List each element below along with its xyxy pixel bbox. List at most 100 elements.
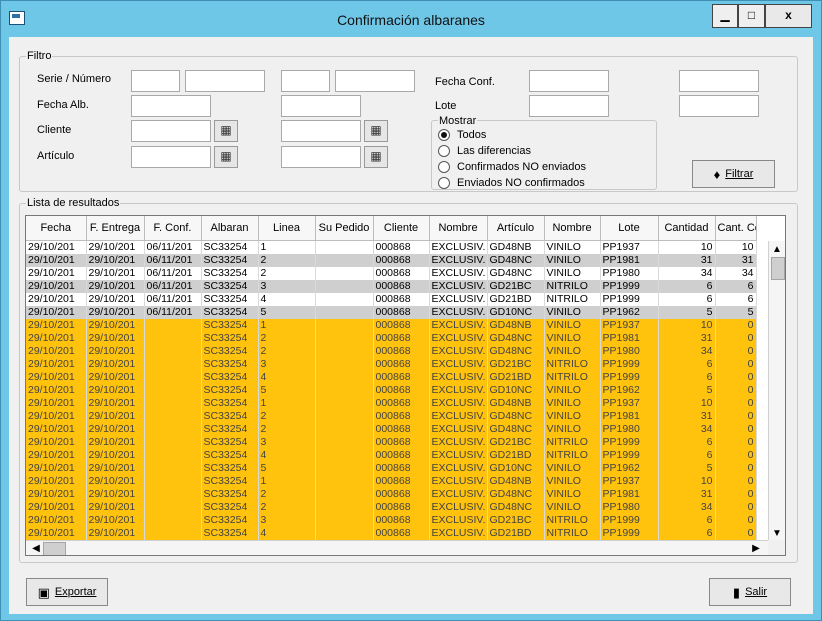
cell-su-pedido[interactable] — [315, 240, 374, 254]
radio-selected-icon[interactable] — [438, 129, 450, 141]
cell-cantidad[interactable]: 34 — [658, 422, 716, 436]
cell-cant-confirmada[interactable]: 31 — [715, 253, 757, 267]
scroll-left-icon[interactable]: ◀ — [28, 543, 44, 555]
table-row[interactable]: 29/10/201 29/10/201 SC33254 3 000868 EXCLUSIV… — [26, 357, 757, 371]
cell-albaran[interactable]: SC33254 — [201, 383, 259, 397]
radio-diferencias[interactable]: Las diferencias — [438, 145, 531, 161]
cell-nombre-cliente[interactable]: EXCLUSIV. — [429, 461, 488, 475]
cell-lote[interactable]: PP1999 — [600, 526, 659, 540]
cell-nombre-cliente[interactable]: EXCLUSIV. — [429, 318, 488, 332]
cell-nombre-cliente[interactable]: EXCLUSIV. — [429, 396, 488, 410]
column-header-linea[interactable]: Linea — [258, 216, 316, 241]
cell-linea[interactable]: 1 — [258, 240, 316, 254]
cell-lote[interactable]: PP1999 — [600, 435, 659, 449]
cell-articulo[interactable]: GD21BC — [487, 513, 545, 527]
cell-f-entrega[interactable]: 29/10/201 — [86, 500, 145, 514]
minimize-button[interactable]: ▁ — [712, 4, 738, 28]
cell-f-conf[interactable] — [144, 344, 202, 358]
cell-lote[interactable]: PP1980 — [600, 500, 659, 514]
cell-su-pedido[interactable] — [315, 305, 374, 319]
scroll-right-icon[interactable]: ▶ — [748, 543, 764, 555]
cell-fecha[interactable]: 29/10/201 — [26, 305, 87, 319]
cell-f-conf[interactable] — [144, 500, 202, 514]
cell-lote[interactable]: PP1962 — [600, 383, 659, 397]
cell-linea[interactable]: 2 — [258, 409, 316, 423]
column-header-articulo[interactable]: Artículo — [487, 216, 545, 241]
cell-fecha[interactable]: 29/10/201 — [26, 435, 87, 449]
exportar-button[interactable]: ▣ Exportar — [26, 578, 108, 606]
table-row[interactable]: 29/10/201 29/10/201 SC33254 3 000868 EXCLUSIV… — [26, 513, 757, 527]
table-row[interactable]: 29/10/201 29/10/201 SC33254 2 000868 EXCLUSIV… — [26, 487, 757, 501]
cell-cliente[interactable]: 000868 — [373, 357, 430, 371]
cell-f-conf[interactable] — [144, 526, 202, 540]
cell-cliente[interactable]: 000868 — [373, 500, 430, 514]
cell-linea[interactable]: 2 — [258, 344, 316, 358]
cell-linea[interactable]: 2 — [258, 422, 316, 436]
cell-f-conf[interactable] — [144, 357, 202, 371]
cell-f-conf[interactable] — [144, 435, 202, 449]
table-row[interactable]: 29/10/201 29/10/201 06/11/201 SC33254 5 00086… — [26, 305, 757, 319]
cell-articulo[interactable]: GD21BD — [487, 370, 545, 384]
cell-fecha[interactable]: 29/10/201 — [26, 448, 87, 462]
cell-linea[interactable]: 1 — [258, 474, 316, 488]
cell-su-pedido[interactable] — [315, 513, 374, 527]
radio-todos[interactable]: Todos — [438, 129, 486, 145]
cell-f-entrega[interactable]: 29/10/201 — [86, 448, 145, 462]
cell-albaran[interactable]: SC33254 — [201, 318, 259, 332]
cell-f-entrega[interactable]: 29/10/201 — [86, 487, 145, 501]
cell-nombre-articulo[interactable]: NITRILO — [544, 448, 601, 462]
cell-su-pedido[interactable] — [315, 253, 374, 267]
cell-articulo[interactable]: GD48NC — [487, 253, 545, 267]
cell-f-entrega[interactable]: 29/10/201 — [86, 526, 145, 540]
cell-cantidad[interactable]: 5 — [658, 383, 716, 397]
cell-articulo[interactable]: GD21BD — [487, 292, 545, 306]
cell-cant-confirmada[interactable]: 0 — [715, 448, 757, 462]
cell-linea[interactable]: 2 — [258, 266, 316, 280]
radio-icon[interactable] — [438, 145, 450, 157]
cell-f-entrega[interactable]: 29/10/201 — [86, 305, 145, 319]
cell-lote[interactable]: PP1962 — [600, 305, 659, 319]
cell-lote[interactable]: PP1937 — [600, 318, 659, 332]
cell-linea[interactable]: 4 — [258, 526, 316, 540]
cell-albaran[interactable]: SC33254 — [201, 461, 259, 475]
cell-f-entrega[interactable]: 29/10/201 — [86, 331, 145, 345]
cell-articulo[interactable]: GD21BD — [487, 448, 545, 462]
table-row[interactable]: 29/10/201 29/10/201 SC33254 5 000868 EXCLUSIV… — [26, 461, 757, 475]
cell-su-pedido[interactable] — [315, 435, 374, 449]
cell-fecha[interactable]: 29/10/201 — [26, 240, 87, 254]
cell-cantidad[interactable]: 6 — [658, 526, 716, 540]
cell-nombre-cliente[interactable]: EXCLUSIV. — [429, 435, 488, 449]
cell-fecha[interactable]: 29/10/201 — [26, 474, 87, 488]
cell-f-conf[interactable]: 06/11/201 — [144, 253, 202, 267]
cell-nombre-cliente[interactable]: EXCLUSIV. — [429, 513, 488, 527]
table-row[interactable]: 29/10/201 29/10/201 SC33254 3 000868 EXCLUSIV… — [26, 435, 757, 449]
cell-cantidad[interactable]: 10 — [658, 474, 716, 488]
cell-su-pedido[interactable] — [315, 422, 374, 436]
numero-from-input[interactable] — [185, 70, 265, 92]
fecha-alb-to-input[interactable] — [281, 95, 361, 117]
cell-cantidad[interactable]: 10 — [658, 396, 716, 410]
filtrar-button[interactable]: ♦ Filtrar — [692, 160, 775, 188]
cell-f-conf[interactable] — [144, 513, 202, 527]
cell-nombre-cliente[interactable]: EXCLUSIV. — [429, 253, 488, 267]
results-grid[interactable]: Fecha F. Entrega F. Conf. Albaran Linea … — [25, 215, 786, 556]
cell-nombre-articulo[interactable]: VINILO — [544, 474, 601, 488]
cell-cant-confirmada[interactable]: 0 — [715, 526, 757, 540]
scroll-down-icon[interactable]: ▼ — [769, 528, 785, 540]
cell-su-pedido[interactable] — [315, 487, 374, 501]
cell-articulo[interactable]: GD48NB — [487, 240, 545, 254]
cell-f-entrega[interactable]: 29/10/201 — [86, 409, 145, 423]
cell-articulo[interactable]: GD48NB — [487, 396, 545, 410]
cell-fecha[interactable]: 29/10/201 — [26, 500, 87, 514]
cell-albaran[interactable]: SC33254 — [201, 526, 259, 540]
column-header-fecha[interactable]: Fecha — [26, 216, 87, 241]
cell-articulo[interactable]: GD21BC — [487, 357, 545, 371]
cell-cliente[interactable]: 000868 — [373, 344, 430, 358]
cell-nombre-articulo[interactable]: NITRILO — [544, 526, 601, 540]
cell-lote[interactable]: PP1999 — [600, 357, 659, 371]
cell-fecha[interactable]: 29/10/201 — [26, 487, 87, 501]
cell-linea[interactable]: 5 — [258, 383, 316, 397]
table-row[interactable]: 29/10/201 29/10/201 SC33254 2 000868 EXCLUSIV… — [26, 500, 757, 514]
cell-f-entrega[interactable]: 29/10/201 — [86, 370, 145, 384]
cell-lote[interactable]: PP1980 — [600, 344, 659, 358]
